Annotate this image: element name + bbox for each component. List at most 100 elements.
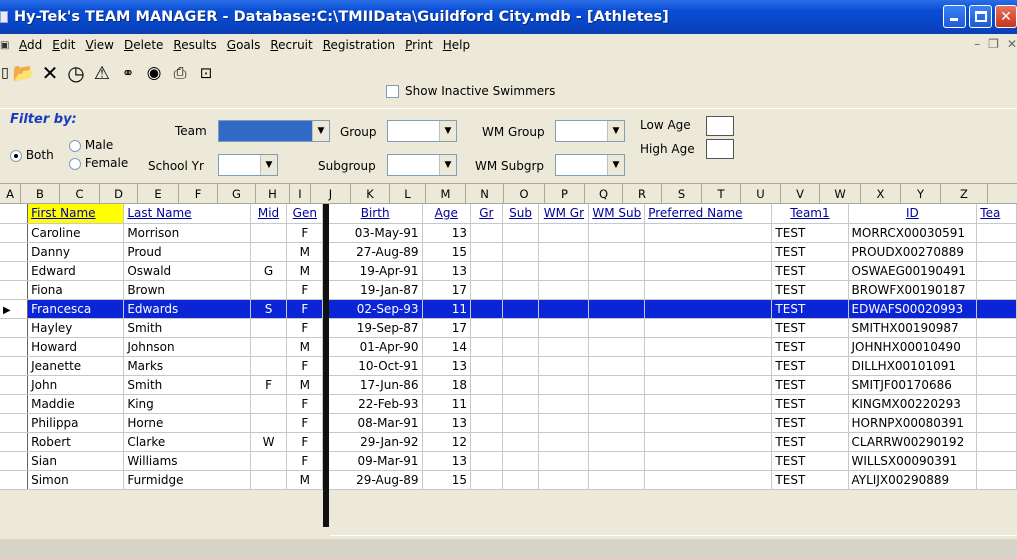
cell-birth[interactable]: 02-Sep-93 [328, 299, 423, 319]
cell-birth[interactable]: 22-Feb-93 [328, 394, 423, 414]
cell-wm-gr[interactable] [538, 470, 590, 490]
row-selector[interactable] [0, 470, 29, 490]
table-row[interactable]: Danny Proud M 27-Aug-89 15 TEST PROUDX00270889 [0, 242, 1017, 262]
cell-age[interactable]: 11 [422, 299, 471, 319]
cell-team2[interactable] [976, 470, 1017, 490]
cell-team2[interactable] [976, 280, 1017, 300]
wm-subgrp-select[interactable]: ▼ [555, 154, 625, 176]
column-letter-h[interactable]: H [256, 184, 290, 204]
cell-sub[interactable] [502, 280, 540, 300]
cell-wm-gr[interactable] [538, 242, 590, 262]
cell-birth[interactable]: 19-Jan-87 [328, 280, 423, 300]
cell-last-name[interactable]: Johnson [123, 337, 251, 357]
cell-sub[interactable] [502, 413, 540, 433]
cell-mid[interactable] [250, 413, 288, 433]
wm-group-select[interactable]: ▼ [555, 120, 625, 142]
cell-wm-sub[interactable] [588, 280, 646, 300]
chevron-down-icon[interactable]: ▼ [607, 155, 624, 175]
cell-birth[interactable]: 08-Mar-91 [328, 413, 423, 433]
cell-sub[interactable] [502, 242, 540, 262]
chevron-down-icon[interactable]: ▼ [312, 121, 329, 141]
cell-mid[interactable] [250, 451, 288, 471]
maximize-button[interactable] [969, 5, 992, 28]
new-icon[interactable]: ▯ [0, 61, 10, 85]
column-letter-m[interactable]: M [426, 184, 466, 204]
cell-gr[interactable] [470, 375, 503, 395]
cell-team1[interactable]: TEST [771, 375, 849, 395]
cell-id[interactable]: AYLIJX00290889 [848, 470, 978, 490]
cell-age[interactable]: 12 [422, 432, 471, 452]
cell-gr[interactable] [470, 451, 503, 471]
cell-age[interactable]: 11 [422, 394, 471, 414]
cell-first-name[interactable]: Jeanette [27, 356, 125, 376]
cell-gen[interactable]: M [286, 470, 324, 490]
cell-wm-gr[interactable] [538, 223, 590, 243]
school-yr-select[interactable]: ▼ [218, 154, 278, 176]
cell-age[interactable]: 13 [422, 451, 471, 471]
cell-team1[interactable]: TEST [771, 451, 849, 471]
cell-preferred-name[interactable] [644, 280, 773, 300]
cell-preferred-name[interactable] [644, 299, 773, 319]
cell-age[interactable]: 17 [422, 280, 471, 300]
menu-recruit[interactable]: Recruit [265, 38, 317, 52]
column-letter-r[interactable]: R [623, 184, 662, 204]
table-row[interactable]: Hayley Smith F 19-Sep-87 17 TEST SMITHX0019098… [0, 318, 1017, 338]
cell-team1[interactable]: TEST [771, 299, 849, 319]
cell-id[interactable]: PROUDX00270889 [848, 242, 978, 262]
cell-preferred-name[interactable] [644, 337, 773, 357]
cell-last-name[interactable]: Williams [123, 451, 251, 471]
cell-team2[interactable] [976, 432, 1017, 452]
cell-wm-sub[interactable] [588, 432, 646, 452]
radio-both[interactable]: Both [10, 148, 54, 162]
cell-team1[interactable]: TEST [771, 337, 849, 357]
cell-age[interactable]: 18 [422, 375, 471, 395]
cell-last-name[interactable]: Smith [123, 375, 251, 395]
cell-gr[interactable] [470, 470, 503, 490]
col-header-team2[interactable]: Tea [976, 204, 1017, 224]
column-letter-j[interactable]: J [311, 184, 351, 204]
column-letter-k[interactable]: K [351, 184, 390, 204]
cell-mid[interactable] [250, 470, 288, 490]
table-row[interactable]: Fiona Brown F 19-Jan-87 17 TEST BROWFX00190187 [0, 280, 1017, 300]
cell-birth[interactable]: 01-Apr-90 [328, 337, 423, 357]
export-icon[interactable]: ⊡ [194, 61, 218, 85]
cell-last-name[interactable]: Morrison [123, 223, 251, 243]
row-selector[interactable] [0, 318, 29, 338]
cell-team1[interactable]: TEST [771, 394, 849, 414]
cell-gr[interactable] [470, 280, 503, 300]
high-age-input[interactable] [706, 139, 734, 159]
col-header-team1[interactable]: Team1 [771, 204, 849, 224]
menu-results[interactable]: Results [168, 38, 221, 52]
chevron-down-icon[interactable]: ▼ [439, 121, 456, 141]
binoculars-icon[interactable]: ⚭ [116, 61, 140, 85]
cell-last-name[interactable]: Horne [123, 413, 251, 433]
col-header-birth[interactable]: Birth [328, 204, 423, 224]
table-row[interactable]: Jeanette Marks F 10-Oct-91 13 TEST DILLHX00101… [0, 356, 1017, 376]
cell-wm-gr[interactable] [538, 318, 590, 338]
cell-preferred-name[interactable] [644, 432, 773, 452]
cell-birth[interactable]: 19-Sep-87 [328, 318, 423, 338]
row-selector[interactable] [0, 356, 29, 376]
table-row[interactable]: Sian Williams F 09-Mar-91 13 TEST WILLSX000903… [0, 451, 1017, 471]
delete-x-icon[interactable]: ✕ [38, 61, 62, 85]
cell-mid[interactable]: S [250, 299, 288, 319]
cell-birth[interactable]: 10-Oct-91 [328, 356, 423, 376]
cell-first-name[interactable]: Maddie [27, 394, 125, 414]
cell-gen[interactable]: F [286, 356, 324, 376]
cell-first-name[interactable]: John [27, 375, 125, 395]
cell-last-name[interactable]: Smith [123, 318, 251, 338]
cell-preferred-name[interactable] [644, 413, 773, 433]
cell-team2[interactable] [976, 337, 1017, 357]
radio-female-indicator[interactable] [69, 157, 81, 170]
cell-gr[interactable] [470, 356, 503, 376]
table-row[interactable]: Philippa Horne F 08-Mar-91 13 TEST HORNPX00080… [0, 413, 1017, 433]
cell-wm-sub[interactable] [588, 318, 646, 338]
cell-sub[interactable] [502, 451, 540, 471]
cell-first-name[interactable]: Edward [27, 261, 125, 281]
cell-birth[interactable]: 27-Aug-89 [328, 242, 423, 262]
row-selector[interactable] [0, 337, 29, 357]
column-letter-x[interactable]: X [861, 184, 901, 204]
cell-wm-sub[interactable] [588, 337, 646, 357]
cell-team1[interactable]: TEST [771, 242, 849, 262]
table-row[interactable]: ▶ Francesca Edwards S F 02-Sep-93 11 TEST EDWAFS… [0, 299, 1017, 319]
